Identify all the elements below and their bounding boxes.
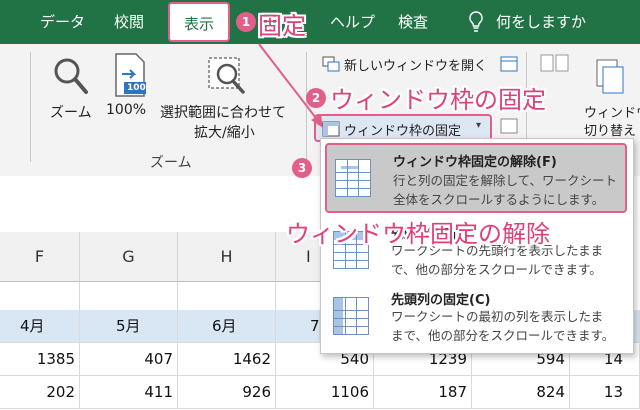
menu-item-unfreeze[interactable]: ウィンドウ枠固定の解除(F) 行と列の固定を解除して、ワークシート 全体をスクロ… xyxy=(325,143,627,213)
arrange-icon[interactable] xyxy=(500,56,518,76)
tab-help[interactable]: ヘルプ xyxy=(330,0,375,44)
magnifier-icon[interactable] xyxy=(52,56,90,102)
data-cell[interactable]: 1385 xyxy=(0,343,80,376)
zoom-selection-icon[interactable] xyxy=(205,54,251,102)
switch-window-line1[interactable]: ウィンドウ xyxy=(584,102,640,121)
data-cell[interactable]: 1462 xyxy=(178,343,276,376)
data-cell[interactable]: 202 xyxy=(0,376,80,409)
freeze-first-column-desc-line1: ワークシートの最初の列を表示したま xyxy=(391,309,604,324)
zoom-button[interactable]: ズーム xyxy=(50,102,92,122)
ribbon-separator xyxy=(30,52,31,162)
month-cell[interactable]: 6月 xyxy=(178,310,276,343)
step-1-badge: 1 xyxy=(236,12,256,32)
tab-check[interactable]: 検査 xyxy=(398,0,428,44)
data-cell[interactable]: 824 xyxy=(472,376,570,409)
zoom-selection-line2[interactable]: 拡大/縮小 xyxy=(194,122,255,142)
arrow-icon xyxy=(255,40,327,134)
chevron-down-icon: ▾ xyxy=(476,120,482,131)
tell-me-search[interactable]: 何をしますか xyxy=(496,0,586,44)
freeze-first-column-desc-line2: まで、他の部分をスクロールできます。 xyxy=(391,328,615,343)
unfreeze-title: ウィンドウ枠固定の解除(F) xyxy=(393,155,557,170)
freeze-first-column-title: 先頭列の固定(C) xyxy=(391,293,491,308)
tab-review[interactable]: 校閲 xyxy=(114,0,144,44)
tab-data[interactable]: データ xyxy=(40,0,85,44)
unfreeze-desc-line1: 行と列の固定を解除して、ワークシート xyxy=(393,173,618,188)
zoom-100-button[interactable]: 100% xyxy=(106,102,146,118)
split-view-icon[interactable] xyxy=(540,54,570,78)
new-window-button[interactable]: 新しいウィンドウを開く xyxy=(344,55,487,74)
switch-window-line2[interactable]: 切り替え xyxy=(584,120,636,139)
step-3-badge: 3 xyxy=(292,158,312,178)
freeze-panes-label: ウィンドウ枠の固定 xyxy=(344,124,462,139)
zoom-100-icon-text: 100 xyxy=(127,83,146,93)
lightbulb-icon[interactable] xyxy=(468,11,484,37)
unfreeze-desc-line2: 全体をスクロールするようにします。 xyxy=(393,192,605,207)
menu-item-freeze-first-column[interactable]: 先頭列の固定(C) ワークシートの最初の列を表示したま まで、他の部分をスクロー… xyxy=(325,285,627,349)
step-2-label: ウィンドウ枠の固定 xyxy=(330,86,546,114)
zoom-100-icon[interactable] xyxy=(110,52,150,102)
column-header-f[interactable]: F xyxy=(0,232,80,282)
switch-window-icon[interactable] xyxy=(595,58,625,100)
data-cell[interactable]: 411 xyxy=(80,376,178,409)
zoom-group-label: ズーム xyxy=(150,155,192,171)
step-2-badge: 2 xyxy=(306,88,326,108)
step-1-label: 固定 xyxy=(258,12,306,40)
month-cell[interactable]: 4月 xyxy=(0,310,80,343)
freeze-top-row-desc-line2: で、他の部分をスクロールできます。 xyxy=(391,262,602,277)
unfreeze-icon xyxy=(335,159,371,197)
data-cell[interactable]: 1106 xyxy=(276,376,374,409)
column-header-g[interactable]: G xyxy=(80,232,178,282)
reset-position-icon[interactable] xyxy=(500,118,518,138)
month-cell[interactable]: 5月 xyxy=(80,310,178,343)
data-cell[interactable]: 13 xyxy=(570,376,640,409)
data-cell[interactable]: 926 xyxy=(178,376,276,409)
column-header-h[interactable]: H xyxy=(178,232,276,282)
freeze-first-column-icon xyxy=(333,297,369,335)
data-cell[interactable]: 407 xyxy=(80,343,178,376)
tab-view[interactable]: 表示 xyxy=(168,2,230,42)
ribbon-tab-bar: データ 校閲 表示 ヘルプ 検査 何をしますか xyxy=(0,0,640,44)
step-3-label: ウィンドウ枠固定の解除 xyxy=(286,220,550,248)
month-cell[interactable]: 7月 xyxy=(276,310,335,343)
data-cell[interactable]: 187 xyxy=(374,376,472,409)
